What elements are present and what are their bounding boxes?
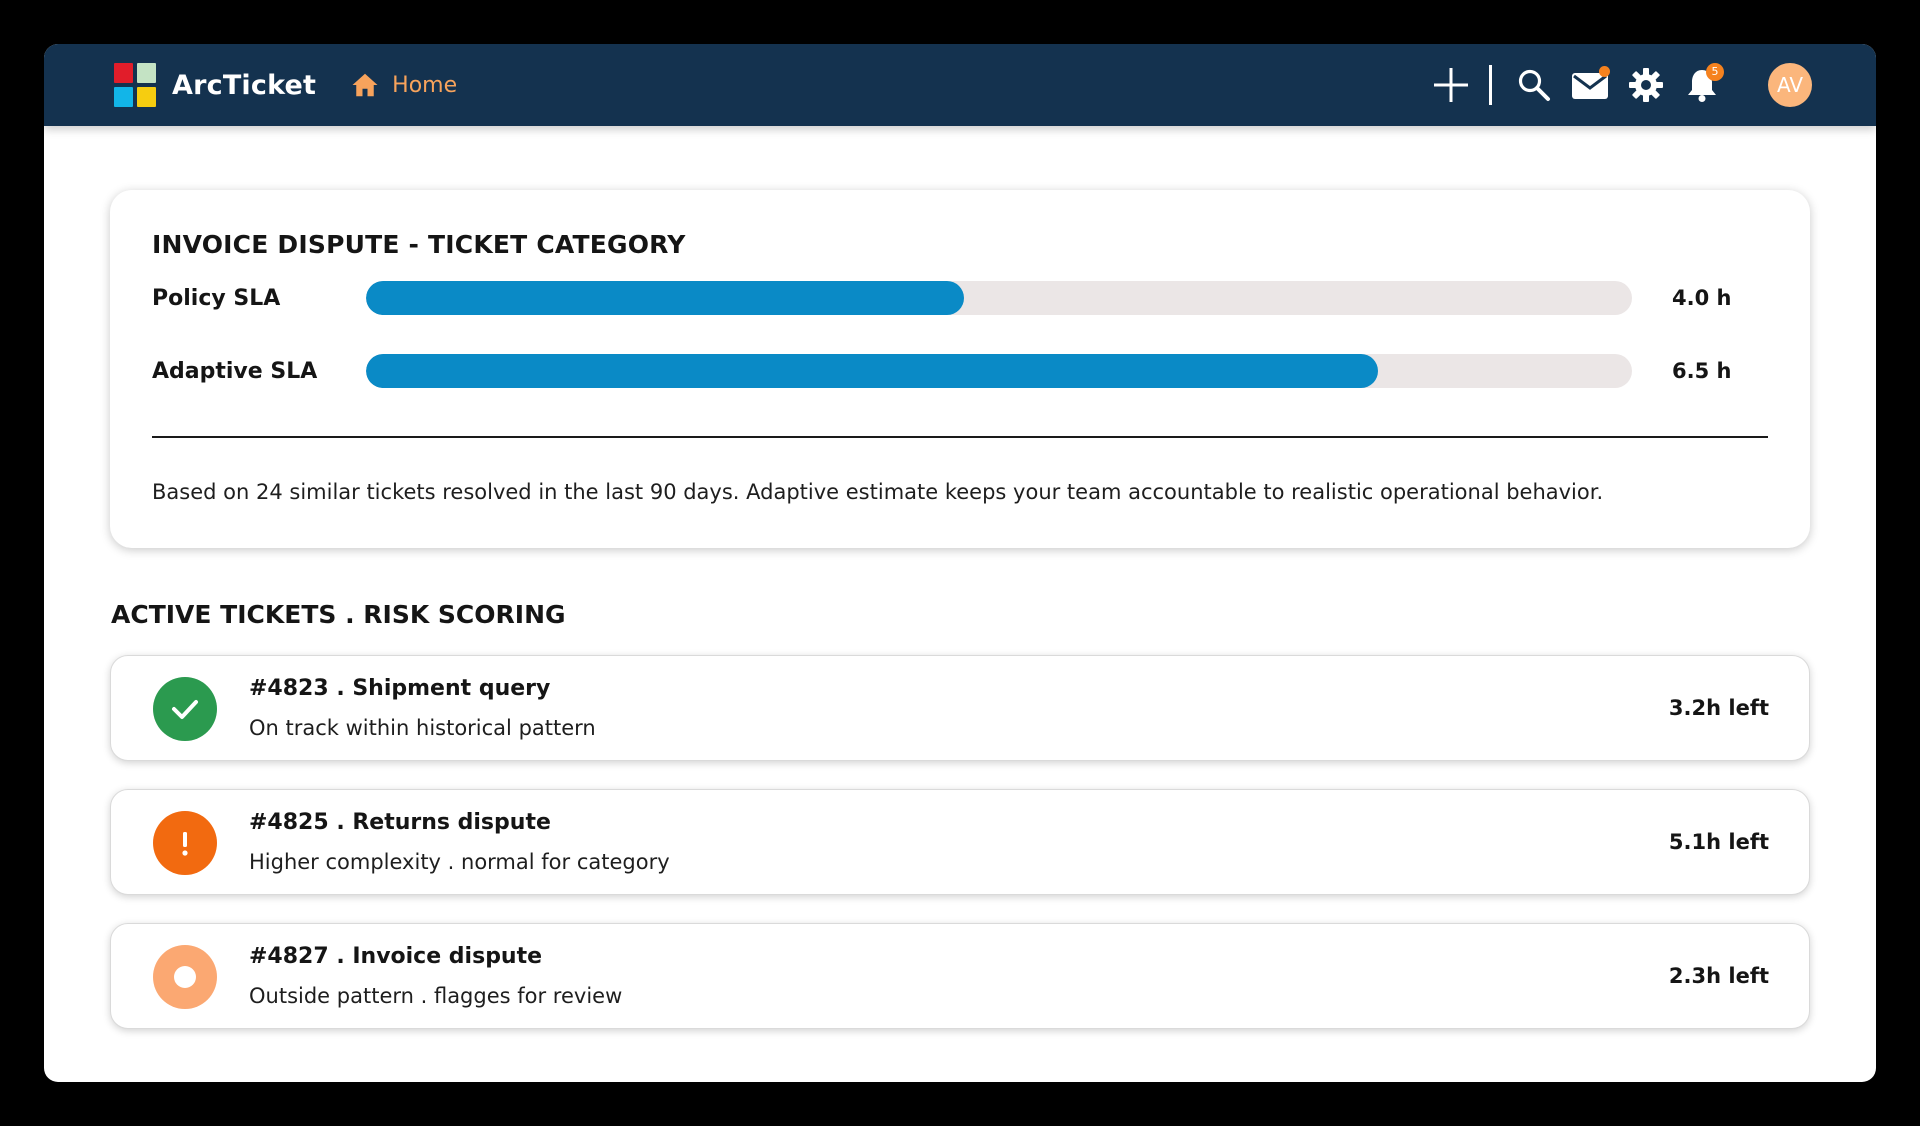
status-warning <box>153 811 217 875</box>
ticket-card[interactable]: #4827 . Invoice dispute Outside pattern … <box>110 923 1810 1029</box>
sla-comparison-card: INVOICE DISPUTE - TICKET CATEGORY Policy… <box>110 190 1810 548</box>
exclamation-icon <box>182 832 188 856</box>
app-logo-icon[interactable] <box>114 63 156 107</box>
logo-square-cyan <box>114 87 133 107</box>
search-button[interactable] <box>1514 65 1554 105</box>
plus-icon <box>1434 68 1468 102</box>
topbar-actions: 5 AV <box>1431 63 1812 107</box>
gear-icon <box>1629 68 1663 102</box>
messages-button[interactable] <box>1570 65 1610 105</box>
ticket-description: On track within historical pattern <box>249 716 596 740</box>
sla-label: Adaptive SLA <box>152 358 318 384</box>
card-divider <box>152 436 1768 438</box>
home-icon <box>352 73 378 97</box>
app-window: ArcTicket Home 5 AV INVOICE DISPUTE - TI… <box>44 44 1876 1082</box>
ticket-card[interactable]: #4825 . Returns dispute Higher complexit… <box>110 789 1810 895</box>
logo-square-red <box>114 63 133 83</box>
home-nav-link[interactable]: Home <box>350 70 457 100</box>
brand-name[interactable]: ArcTicket <box>172 70 316 101</box>
ticket-title: #4823 . Shipment query <box>249 676 551 701</box>
card-footnote: Based on 24 similar tickets resolved in … <box>152 480 1604 504</box>
ticket-card[interactable]: #4823 . Shipment query On track within h… <box>110 655 1810 761</box>
status-flagged <box>153 945 217 1009</box>
unread-mail-dot <box>1599 66 1610 77</box>
sla-row-adaptive: Adaptive SLA 6.5 h <box>152 353 1752 389</box>
home-label: Home <box>392 72 458 98</box>
ticket-title: #4825 . Returns dispute <box>249 810 551 835</box>
sla-progress-track <box>366 354 1632 388</box>
ticket-time-left: 3.2h left <box>1668 696 1769 720</box>
sla-progress-track <box>366 281 1632 315</box>
check-icon <box>172 700 198 719</box>
sla-progress-fill <box>366 354 1378 388</box>
sla-row-policy: Policy SLA 4.0 h <box>152 280 1752 316</box>
sla-label: Policy SLA <box>152 285 281 311</box>
search-icon <box>1518 69 1550 101</box>
notifications-button[interactable]: 5 <box>1682 63 1724 105</box>
toolbar-divider <box>1489 65 1492 105</box>
sla-value: 6.5 h <box>1672 359 1732 383</box>
ticket-time-left: 5.1h left <box>1668 830 1769 854</box>
ticket-description: Higher complexity . normal for category <box>249 850 670 874</box>
status-on-track <box>153 677 217 741</box>
card-title: INVOICE DISPUTE - TICKET CATEGORY <box>152 230 686 259</box>
notification-badge: 5 <box>1706 63 1724 81</box>
ring-icon <box>174 966 196 988</box>
ticket-title: #4827 . Invoice dispute <box>249 944 543 969</box>
top-navigation-bar: ArcTicket Home 5 AV <box>44 44 1876 126</box>
logo-square-yellow <box>137 87 156 107</box>
create-button[interactable] <box>1431 65 1471 105</box>
settings-button[interactable] <box>1626 65 1666 105</box>
section-title: ACTIVE TICKETS . RISK SCORING <box>111 600 566 629</box>
ticket-description: Outside pattern . flagges for review <box>249 984 623 1008</box>
user-avatar[interactable]: AV <box>1768 63 1812 107</box>
sla-progress-fill <box>366 281 964 315</box>
sla-value: 4.0 h <box>1672 286 1732 310</box>
logo-square-mint <box>137 63 156 83</box>
ticket-time-left: 2.3h left <box>1668 964 1769 988</box>
